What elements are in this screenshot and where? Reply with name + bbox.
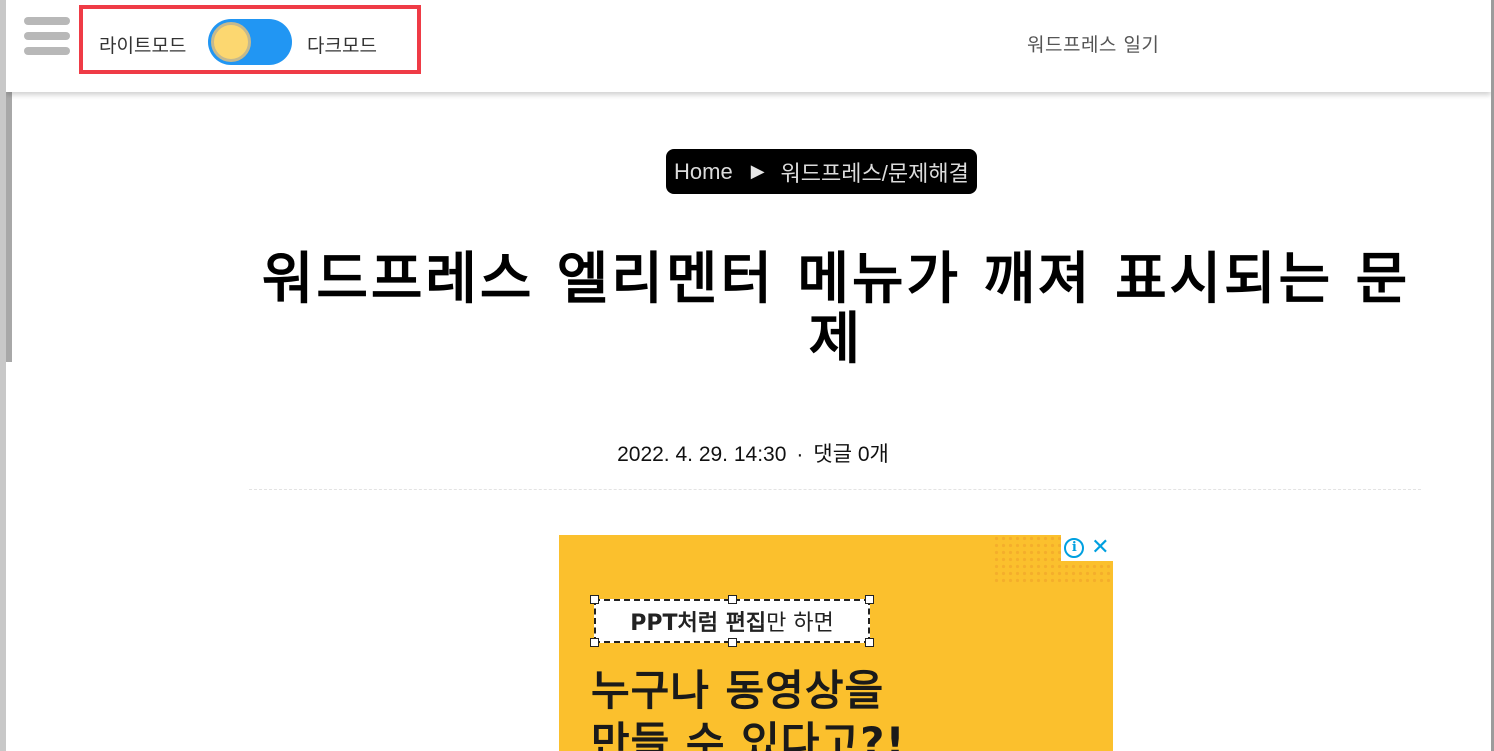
ad-headline: 누구나 동영상을 만들 수 있다고?! [591,666,906,751]
dark-mode-label[interactable]: 다크모드 [307,31,377,58]
scrollbar-track[interactable] [6,92,12,362]
post-meta: 2022. 4. 29. 14:30 · 댓글 0개 [6,438,1491,468]
ad-edit-bold-text: PPT처럼 편집 [630,611,767,636]
browser-viewport: 라이트모드 다크모드 워드프레스 일기 Home ▶ 워드프레스/문제해결 워드… [0,0,1494,751]
meta-divider [249,489,1421,490]
hamburger-menu-icon[interactable] [24,17,70,57]
ad-choices: i ✕ [1061,535,1113,561]
post-title: 워드프레스 엘리멘터 메뉴가 깨져 표시되는 문제 [261,247,1411,372]
toggle-knob [211,22,251,62]
breadcrumb: Home ▶ 워드프레스/문제해결 [666,149,977,194]
info-icon[interactable]: i [1064,538,1085,558]
site-header: 라이트모드 다크모드 워드프레스 일기 [6,0,1491,92]
meta-separator: · [796,443,804,466]
dark-mode-toggle[interactable] [208,19,292,65]
breadcrumb-category-link[interactable]: 워드프레스/문제해결 [781,156,969,188]
ad-edit-box: PPT처럼 편집 만 하면 [590,595,874,647]
comments-link[interactable]: 댓글 0개 [813,443,888,466]
dark-mode-switcher: 라이트모드 다크모드 [79,5,421,74]
post-date: 2022. 4. 29. 14:30 [617,443,787,466]
close-icon[interactable]: ✕ [1091,537,1109,559]
light-mode-label[interactable]: 라이트모드 [99,31,186,58]
breadcrumb-home-link[interactable]: Home [674,159,733,185]
site-title-link[interactable]: 워드프레스 일기 [1027,30,1159,57]
ad-edit-text: 만 하면 [766,611,834,636]
play-arrow-icon: ▶ [750,161,765,181]
advertisement-banner[interactable]: i ✕ PPT처럼 편집 만 하면 누구나 동영상을 만들 수 있다고?! [559,535,1113,751]
